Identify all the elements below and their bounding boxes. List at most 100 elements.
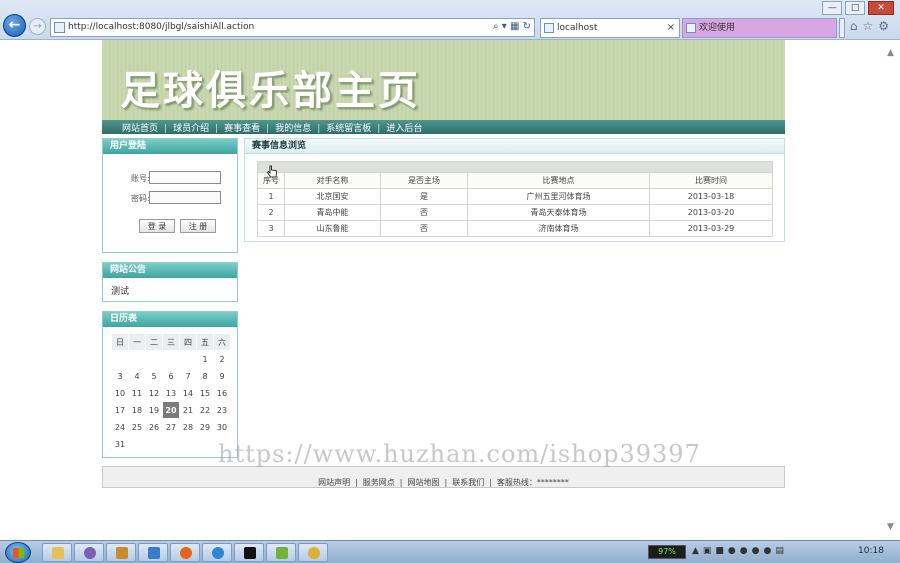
footer-link-statement[interactable]: 网站声明 — [318, 478, 350, 487]
calendar-day[interactable]: 11 — [129, 385, 145, 401]
scroll-up-icon[interactable]: ▲ — [887, 48, 894, 58]
address-tools-icons[interactable]: ⌕ ▾ ▦ ↻ — [493, 21, 531, 32]
login-button[interactable]: 登 录 — [139, 219, 175, 233]
tab-page-icon — [544, 23, 554, 33]
col-venue: 比赛地点 — [467, 172, 650, 189]
browser-chrome: ← → http://localhost:8080/jlbgl/saishiAl… — [0, 0, 900, 40]
taskbar-editor[interactable] — [266, 543, 296, 562]
calendar-day[interactable]: 25 — [129, 419, 145, 435]
nav-matches[interactable]: 赛事查看 — [224, 124, 260, 134]
maximize-button[interactable]: □ — [845, 1, 866, 15]
taskbar-explorer[interactable] — [42, 543, 72, 562]
site-banner: 足球俱乐部主页 — [102, 40, 785, 120]
calendar-day[interactable]: 7 — [180, 368, 196, 384]
password-row: 密码: — [131, 191, 221, 204]
calendar-day — [146, 436, 162, 452]
calendar-day[interactable]: 5 — [146, 368, 162, 384]
calendar-weekday: 一 — [129, 334, 145, 350]
calendar-day[interactable]: 6 — [163, 368, 179, 384]
table-row: 1 北京国安是广州五里河体育场 2013-03-18 — [257, 188, 773, 205]
banner-title: 足球俱乐部主页 — [120, 68, 421, 114]
calendar-day[interactable]: 20 — [163, 402, 179, 418]
calendar-day[interactable]: 13 — [163, 385, 179, 401]
taskbar: 97% ▲▣■●●●●▤ 10:18 — [0, 540, 900, 563]
tab-localhost[interactable]: localhost × — [540, 18, 680, 38]
calendar-panel: 日历表 日一二三四五六 1 2 3 4 5 6 7 8 9 10 11 12 13 14 15 16 17 18 19… — [102, 311, 238, 458]
tab-welcome[interactable]: 欢迎使用 — [682, 18, 837, 38]
new-tab-button[interactable] — [839, 18, 845, 38]
calendar-day — [180, 436, 196, 452]
nav-players[interactable]: 球员介绍 — [173, 124, 209, 134]
calendar-day[interactable]: 12 — [146, 385, 162, 401]
taskbar-firefox[interactable] — [170, 543, 200, 562]
calendar-day[interactable]: 19 — [146, 402, 162, 418]
calendar-day[interactable]: 21 — [180, 402, 196, 418]
calendar-day[interactable]: 10 — [112, 385, 128, 401]
calendar-day[interactable]: 15 — [197, 385, 213, 401]
calendar-day[interactable]: 18 — [129, 402, 145, 418]
table-cell: 3 — [257, 220, 285, 237]
calendar-grid: 日一二三四五六 1 2 3 4 5 6 7 8 9 10 11 12 13 14 15 16 17 18 19 20 21… — [111, 333, 231, 453]
footer-link-contact[interactable]: 联系我们 — [452, 478, 484, 487]
calendar-week: 17 18 19 20 21 22 23 — [112, 402, 230, 418]
clock[interactable]: 10:18 — [858, 546, 884, 556]
nav-home[interactable]: 网站首页 — [122, 124, 158, 134]
battery-indicator[interactable]: 97% — [648, 545, 686, 559]
calendar-day[interactable]: 8 — [197, 368, 213, 384]
calendar-day[interactable]: 28 — [180, 419, 196, 435]
calendar-day[interactable]: 26 — [146, 419, 162, 435]
taskbar-app[interactable] — [106, 543, 136, 562]
home-favorites-settings-icons[interactable]: ⌂☆⚙ — [850, 19, 894, 33]
table-cell: 广州五里河体育场 — [467, 188, 650, 205]
nav-admin[interactable]: 进入后台 — [386, 124, 422, 134]
calendar-day[interactable]: 23 — [214, 402, 230, 418]
calendar-day[interactable]: 3 — [112, 368, 128, 384]
windows-logo-icon — [13, 548, 24, 558]
password-input[interactable] — [149, 191, 221, 204]
footer-link-sitemap[interactable]: 网站地图 — [408, 478, 440, 487]
forward-button[interactable]: → — [29, 18, 46, 35]
calendar-day[interactable]: 4 — [129, 368, 145, 384]
taskbar-network[interactable] — [138, 543, 168, 562]
scroll-down-icon[interactable]: ▼ — [887, 522, 894, 532]
table-cell: 山东鲁能 — [284, 220, 381, 237]
calendar-day[interactable]: 24 — [112, 419, 128, 435]
calendar-weekday: 四 — [180, 334, 196, 350]
calendar-day[interactable]: 30 — [214, 419, 230, 435]
taskbar-tool[interactable] — [298, 543, 328, 562]
window-controls: — □ ✕ — [822, 1, 894, 15]
calendar-day[interactable]: 14 — [180, 385, 196, 401]
minimize-button[interactable]: — — [822, 1, 843, 15]
taskbar-ie[interactable] — [202, 543, 232, 562]
close-tab-icon[interactable]: × — [667, 19, 675, 37]
calendar-day[interactable]: 1 — [197, 351, 213, 367]
footer-link-service[interactable]: 服务网点 — [363, 478, 395, 487]
taskbar-media[interactable] — [74, 543, 104, 562]
username-input[interactable] — [149, 171, 221, 184]
calendar-day — [129, 436, 145, 452]
calendar-day[interactable]: 31 — [112, 436, 128, 452]
calendar-day[interactable]: 27 — [163, 419, 179, 435]
calendar-day[interactable]: 17 — [112, 402, 128, 418]
calendar-day[interactable]: 22 — [197, 402, 213, 418]
vertical-scrollbar[interactable]: ▲ ▼ — [883, 40, 900, 540]
calendar-day[interactable]: 16 — [214, 385, 230, 401]
footer-hotline: 客服热线：******** — [496, 478, 569, 487]
system-tray-icons[interactable]: ▲▣■●●●●▤ — [692, 546, 788, 556]
calendar-day[interactable]: 2 — [214, 351, 230, 367]
table-cell: 2 — [257, 204, 285, 221]
nav-message-board[interactable]: 系统留言板 — [326, 124, 371, 134]
calendar-day[interactable]: 9 — [214, 368, 230, 384]
address-bar[interactable]: http://localhost:8080/jlbgl/saishiAll.ac… — [50, 18, 535, 37]
register-button[interactable]: 注 册 — [180, 219, 216, 233]
calendar-day — [112, 351, 128, 367]
back-button[interactable]: ← — [3, 14, 26, 37]
nav-my-info[interactable]: 我的信息 — [275, 124, 311, 134]
start-button[interactable] — [5, 542, 31, 563]
calendar-week: 10 11 12 13 14 15 16 — [112, 385, 230, 401]
url-text[interactable]: http://localhost:8080/jlbgl/saishiAll.ac… — [68, 22, 254, 32]
taskbar-cmd[interactable] — [234, 543, 264, 562]
table-cell: 北京国安 — [284, 188, 381, 205]
calendar-day[interactable]: 29 — [197, 419, 213, 435]
close-window-button[interactable]: ✕ — [868, 1, 894, 15]
